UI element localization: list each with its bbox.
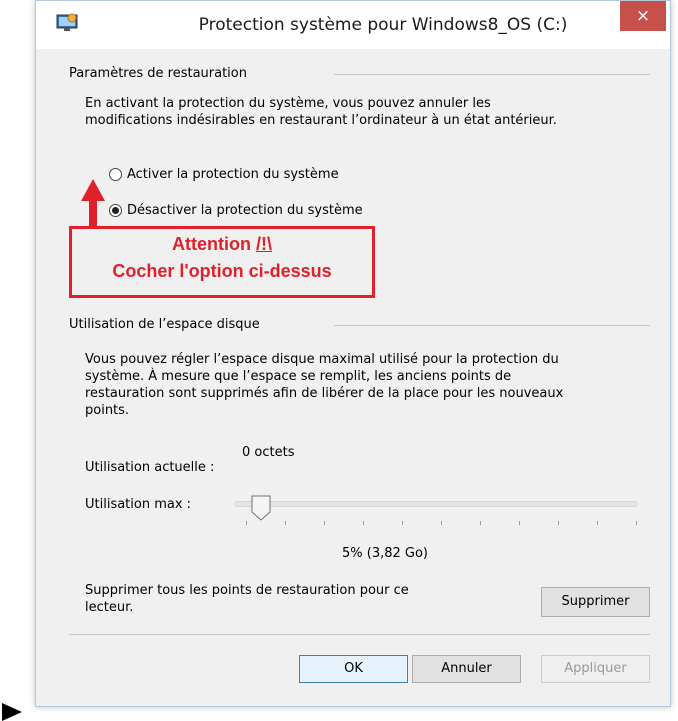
up-arrow-icon [81, 179, 105, 201]
window-title: Protection système pour Windows8_OS (C:) [198, 15, 568, 35]
warning-line-2: Cocher l'option ci-dessus [112, 261, 332, 281]
slider-tick [363, 521, 364, 525]
slider-tick [285, 521, 286, 525]
radio-enable-protection[interactable]: Activer la protection du système [109, 167, 339, 182]
group-divider [334, 74, 650, 75]
slider-tick [246, 521, 247, 525]
warning-annotation-box: Attention /!\ Cocher l'option ci-dessus [69, 226, 375, 298]
slider-tick [519, 521, 520, 525]
delete-points-text: Supprimer tous les points de restauratio… [85, 583, 409, 615]
title-bar[interactable]: Protection système pour Windows8_OS (C:)… [36, 1, 670, 49]
slider-tick [636, 521, 637, 525]
restore-description: En activant la protection du système, vo… [85, 96, 557, 128]
ok-button[interactable]: OK [299, 655, 408, 683]
delete-button[interactable]: Supprimer [541, 587, 650, 617]
disk-description: Vous pouvez régler l’espace disque maxim… [85, 352, 564, 418]
cancel-button[interactable]: Annuler [412, 655, 521, 683]
footer-divider [69, 634, 650, 635]
current-usage-value: 0 octets [242, 445, 295, 460]
warning-line-1: Attention /!\ [172, 234, 272, 254]
group-divider [334, 325, 650, 326]
slider-tick [324, 521, 325, 525]
max-usage-value: 5% (3,82 Go) [342, 546, 429, 561]
dialog-content: Paramètres de restauration En activant l… [36, 49, 670, 706]
slider-tick [441, 521, 442, 525]
slider-tick [558, 521, 559, 525]
current-usage-label: Utilisation actuelle : [85, 460, 215, 475]
disk-group-title: Utilisation de l’espace disque [69, 317, 260, 332]
slider-tick [597, 521, 598, 525]
max-usage-slider-track[interactable] [235, 501, 637, 507]
max-usage-label: Utilisation max : [85, 497, 192, 512]
apply-button[interactable]: Appliquer [541, 655, 650, 683]
radio-button-checked[interactable] [109, 204, 122, 217]
system-protection-dialog: Protection système pour Windows8_OS (C:)… [35, 0, 671, 707]
arrow-shaft [89, 199, 97, 229]
close-button[interactable]: × [620, 1, 666, 31]
radio-disable-protection[interactable]: Désactiver la protection du système [109, 203, 363, 218]
max-usage-slider-thumb[interactable] [251, 495, 271, 521]
slider-tick [402, 521, 403, 525]
slider-tick [480, 521, 481, 525]
restore-group-title: Paramètres de restauration [69, 66, 247, 81]
radio-button[interactable] [109, 168, 122, 181]
pointer-arrow-icon [2, 703, 22, 721]
